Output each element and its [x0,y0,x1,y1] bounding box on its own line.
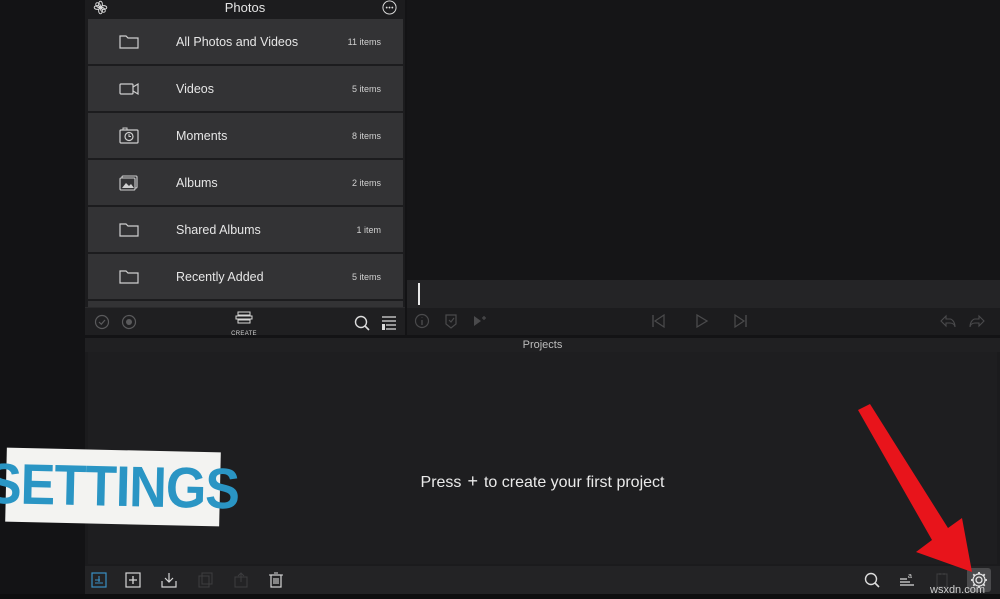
create-button[interactable]: CREATE [231,311,257,337]
settings-caption-badge: SETTINGS [0,447,240,527]
share-icon[interactable] [232,571,250,589]
projects-title: Projects [85,338,1000,352]
list-item-count: 2 items [351,177,381,188]
list-item-label: Shared Albums [176,222,261,237]
folder-icon [119,223,139,237]
record-icon[interactable] [120,313,138,331]
list-item-recently-added[interactable]: Recently Added 5 items [88,254,403,299]
list-item-label: Albums [176,175,218,190]
list-item-all-photos[interactable]: All Photos and Videos 11 items [88,19,403,64]
red-arrow-icon [858,404,972,572]
marker-icon[interactable] [442,312,460,330]
photo-source-list: All Photos and Videos 11 items Videos 5 … [88,19,403,307]
info-icon[interactable] [413,312,431,330]
list-item-count: 5 items [351,83,381,94]
photos-toolbar: CREATE [85,307,405,337]
search-icon[interactable] [353,314,371,332]
list-item-moments[interactable]: Moments 8 items [88,113,403,158]
photos-browser: Photos All Photos and Videos 11 items Vi… [85,0,405,337]
timeline-scrubber[interactable] [407,280,1000,308]
list-item-count: 8 items [351,130,381,141]
list-item-videos[interactable]: Videos 5 items [88,66,403,111]
empty-message-prefix: Press [420,474,462,491]
video-camera-icon [119,82,139,96]
viewer-toolbar [407,308,1000,335]
app-window: Photos All Photos and Videos 11 items Vi… [0,0,1000,599]
list-item-label: Videos [176,81,214,96]
list-item-label: Recently Added [176,269,264,284]
import-project-icon[interactable] [90,571,108,589]
redo-icon[interactable] [968,312,986,330]
list-item-label: Moments [176,128,228,143]
check-circle-icon[interactable] [93,313,111,331]
bottom-strip [0,594,1000,599]
folder-icon [119,270,139,284]
more-options-icon[interactable] [382,0,397,15]
list-item-shared-albums[interactable]: Shared Albums 1 item [88,207,403,252]
list-item-count: 11 items [347,36,381,47]
playhead[interactable] [418,283,420,305]
list-item-label: All Photos and Videos [176,34,299,49]
trash-icon[interactable] [267,571,285,589]
skip-back-icon[interactable] [649,312,667,330]
import-icon[interactable] [160,571,178,589]
play-icon[interactable] [692,312,710,330]
add-project-icon[interactable] [124,571,142,589]
moments-icon [119,127,139,144]
create-label: CREATE [231,331,257,337]
undo-icon[interactable] [939,312,957,330]
albums-icon [119,175,138,191]
duplicate-icon[interactable] [196,571,214,589]
list-view-icon[interactable] [380,314,398,332]
list-item-albums[interactable]: Albums 2 items [88,160,403,205]
voiceover-icon[interactable] [471,312,489,330]
plus-icon: + [467,471,478,491]
settings-caption-text: SETTINGS [0,452,240,522]
list-item-count: 1 item [356,224,381,235]
empty-message-suffix: to create your first project [483,474,665,491]
video-viewer [407,0,1000,280]
skip-forward-icon[interactable] [732,312,750,330]
list-item-count: 5 items [351,271,381,282]
create-icon [235,311,253,324]
photos-header: Photos [85,0,405,16]
watermark: wsxdn.com [930,584,986,596]
photos-title: Photos [224,0,266,15]
folder-icon [119,35,139,49]
